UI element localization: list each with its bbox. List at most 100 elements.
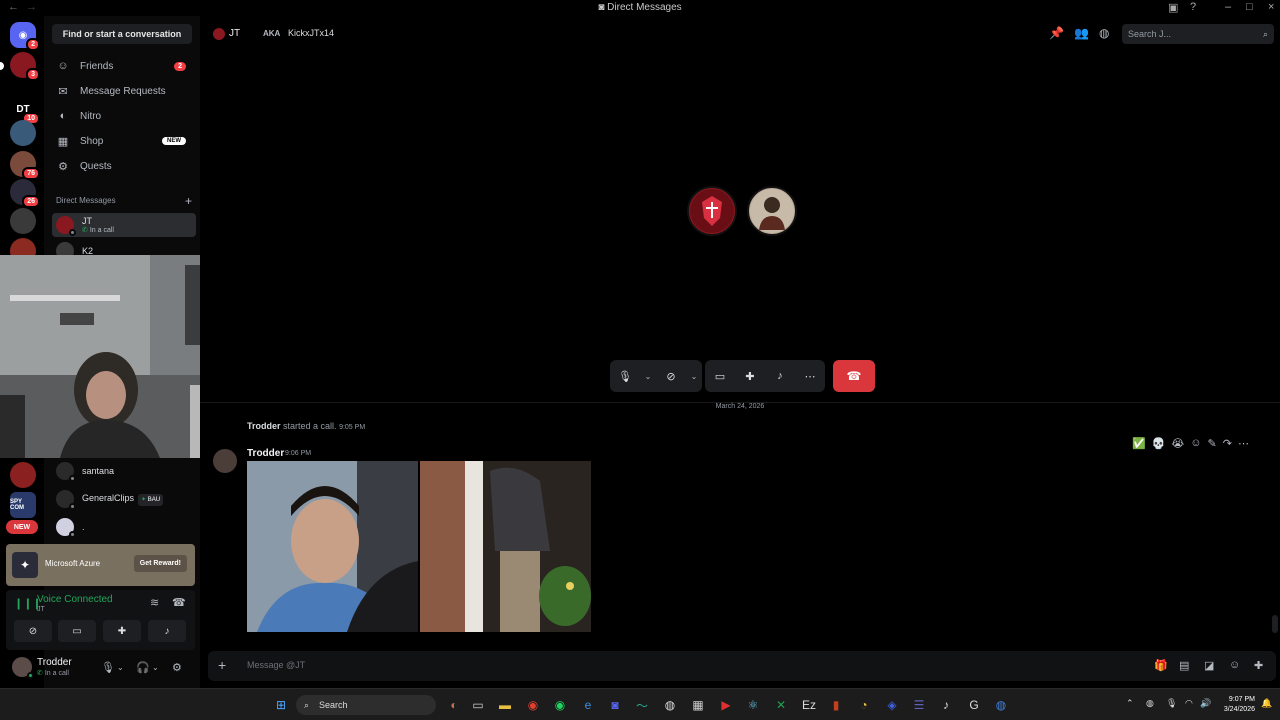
calculator-icon[interactable]: ▦ (690, 697, 706, 713)
message-avatar[interactable] (213, 449, 237, 473)
maximize-icon[interactable]: □ (1246, 1, 1253, 13)
soundboard-button[interactable]: ♪ (765, 360, 795, 392)
attach-plus-icon[interactable]: + (218, 657, 226, 673)
g-hub-icon[interactable]: G (966, 697, 982, 713)
sticker-icon[interactable]: ◪ (1204, 659, 1214, 672)
edge-icon[interactable]: e (580, 697, 596, 713)
camera-button[interactable]: ⊘ (656, 360, 686, 392)
dm-item-jt[interactable]: JT ✆ In a call (52, 213, 196, 237)
minimize-icon[interactable]: – (1225, 1, 1231, 13)
server-icon[interactable]: 3 (10, 52, 40, 81)
scrollbar[interactable] (1272, 615, 1278, 633)
camera-off-button[interactable]: ⊘ (14, 620, 52, 642)
gift-icon[interactable]: 🎁 (1154, 659, 1168, 672)
ez-icon[interactable]: Ez (801, 697, 817, 713)
message-author[interactable]: Trodder (247, 448, 284, 459)
mic-icon[interactable]: 🎙 (101, 661, 115, 674)
home-button[interactable]: ◉ 2 (10, 22, 40, 51)
share-screen-button[interactable]: ▭ (705, 360, 735, 392)
taskbar-search[interactable]: ⌕ Search (296, 695, 436, 715)
message-composer[interactable]: + Message @JT 🎁 ▤ ◪ ☺ ✚ (208, 651, 1276, 681)
image-attachment[interactable] (247, 461, 418, 632)
get-reward-button[interactable]: Get Reward! (133, 555, 187, 572)
react-icon[interactable]: ⚛ (745, 697, 761, 713)
add-friends-icon[interactable]: 👥 (1074, 26, 1089, 40)
tradingview-icon[interactable]: 〜 (634, 697, 650, 713)
spotify-icon[interactable]: ◉ (552, 697, 568, 713)
message-input[interactable]: Message @JT (247, 660, 305, 670)
voice-channel[interactable]: JT (37, 606, 45, 613)
file-explorer-icon[interactable]: ▬ (497, 697, 513, 713)
game-icon[interactable]: ▮ (828, 697, 844, 713)
network-icon[interactable]: ◍ (993, 697, 1009, 713)
voice-status[interactable]: Voice Connected (37, 594, 113, 605)
laugh-reaction-icon[interactable]: 😭 (1171, 437, 1184, 450)
add-reaction-icon[interactable]: ☺ (1190, 437, 1201, 450)
copilot-icon[interactable]: ◐ (446, 697, 462, 713)
check-reaction-icon[interactable]: ✅ (1132, 437, 1146, 450)
headphones-icon[interactable]: 🎧 (136, 661, 150, 674)
image-attachment[interactable] (420, 461, 591, 632)
dm-item-dot[interactable]: . (52, 515, 196, 539)
nav-item-shop[interactable]: ▦ Shop NEW (52, 130, 196, 152)
chrome-icon[interactable]: ◉ (525, 697, 541, 713)
server-icon[interactable]: DT 10 (10, 96, 40, 125)
more-icon[interactable]: ⋯ (1238, 437, 1249, 450)
server-icon[interactable] (10, 208, 36, 234)
camera-options-button[interactable]: ⌄ (686, 360, 702, 392)
header-name[interactable]: JT (229, 28, 240, 39)
user-name[interactable]: Trodder (37, 657, 72, 668)
inbox-icon[interactable]: ▣ (1168, 1, 1178, 14)
disconnect-icon[interactable]: ☎ (172, 596, 186, 609)
tiktok-icon[interactable]: ♪ (938, 697, 954, 713)
discord-icon[interactable]: ◙ (607, 697, 623, 713)
find-conversation-button[interactable]: Find or start a conversation (52, 24, 192, 44)
nav-item-quests[interactable]: ⚙ Quests (52, 155, 196, 177)
notifications-icon[interactable]: 🔔 (1261, 698, 1272, 709)
soundboard-button[interactable]: ♪ (148, 620, 186, 642)
windows-start-icon[interactable]: ⊞ (273, 697, 289, 713)
steam-icon[interactable]: ◍ (662, 697, 678, 713)
tray-chevron-icon[interactable]: ⌃ (1126, 698, 1134, 709)
excel-icon[interactable]: ✕ (773, 697, 789, 713)
user-profile-icon[interactable]: ◍ (1099, 26, 1109, 40)
call-participant-avatar[interactable] (687, 186, 737, 236)
tray-app-icon[interactable]: ◍ (1146, 698, 1154, 709)
server-icon[interactable] (10, 462, 36, 488)
nav-item-friends[interactable]: ☺ Friends 2 (52, 55, 196, 77)
user-avatar[interactable] (12, 657, 34, 679)
pin-icon[interactable]: 📌 (1049, 26, 1064, 40)
emoji-icon[interactable]: ☺ (1229, 659, 1240, 671)
apps-icon[interactable]: ✚ (1254, 659, 1263, 672)
help-icon[interactable]: ? (1190, 1, 1196, 13)
call-participant-avatar[interactable] (747, 186, 797, 236)
dm-item-generalclips[interactable]: GeneralClips ✦ BAU (52, 487, 196, 511)
search-input[interactable]: Search J... ⌕ (1122, 24, 1274, 44)
mic-options-button[interactable]: ⌄ (640, 360, 656, 392)
noise-suppression-icon[interactable]: ≋ (150, 596, 159, 609)
edit-icon[interactable]: ✎ (1208, 437, 1217, 450)
activities-button[interactable]: ✚ (735, 360, 765, 392)
wifi-icon[interactable]: ◠ (1185, 698, 1193, 709)
close-icon[interactable]: × (1268, 1, 1274, 13)
headphones-chevron-icon[interactable]: ⌄ (152, 663, 159, 672)
server-icon[interactable]: 26 (10, 179, 40, 208)
notes-icon[interactable]: ☰ (911, 697, 927, 713)
more-options-button[interactable]: ⋯ (795, 360, 825, 392)
gif-icon[interactable]: ▤ (1179, 659, 1189, 672)
mic-chevron-icon[interactable]: ⌄ (117, 663, 124, 672)
share-screen-button[interactable]: ▭ (58, 620, 96, 642)
activities-button[interactable]: ✚ (103, 620, 141, 642)
media-player-icon[interactable]: ▶ (718, 697, 734, 713)
dm-item-santana[interactable]: santana (52, 459, 196, 483)
settings-gear-icon[interactable]: ⚙ (172, 661, 182, 674)
clock-app-icon[interactable]: ◔ (856, 697, 872, 713)
create-dm-icon[interactable]: + (185, 194, 192, 208)
app-icon[interactable]: ◈ (884, 697, 900, 713)
server-icon[interactable] (10, 120, 36, 146)
tray-mic-icon[interactable]: 🎙 (1166, 698, 1177, 709)
mic-button[interactable]: 🎙 (610, 360, 640, 392)
hang-up-button[interactable]: ☎ (833, 360, 875, 392)
forward-icon[interactable]: ↷ (1223, 437, 1232, 450)
volume-icon[interactable]: 🔊 (1200, 698, 1211, 709)
